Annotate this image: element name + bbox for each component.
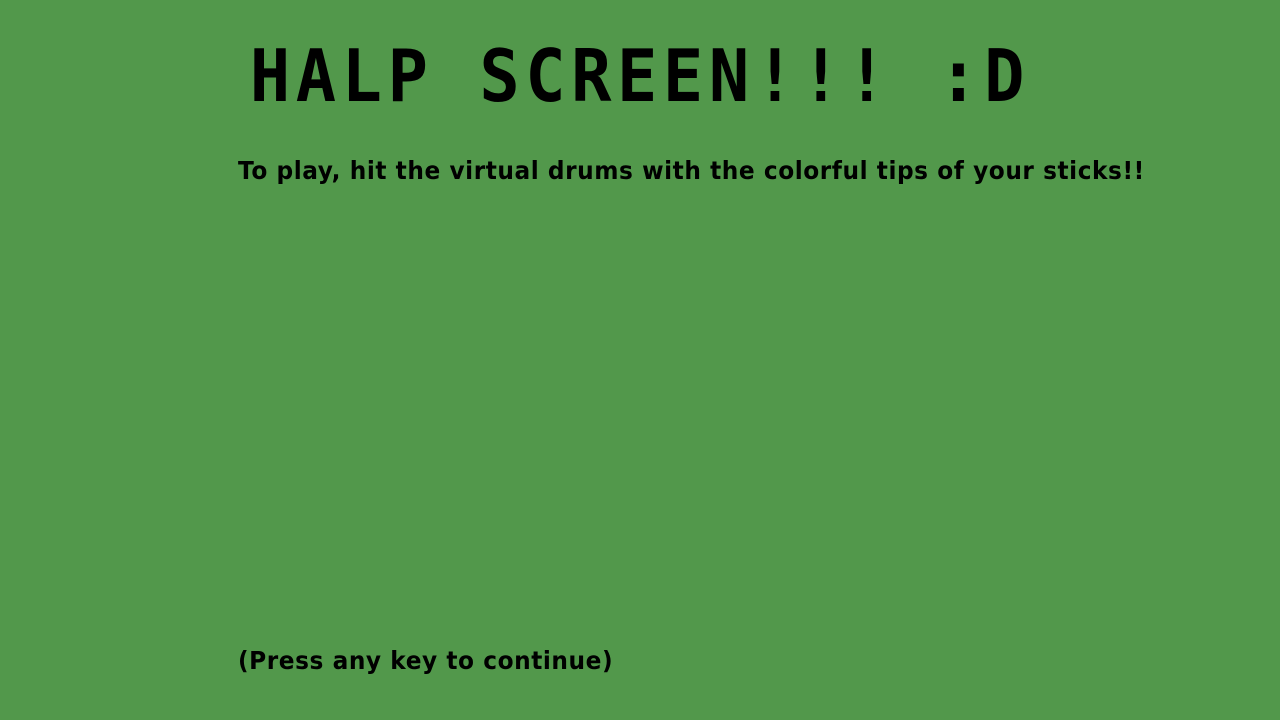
instructions-text: To play, hit the virtual drums with the … [238, 156, 1145, 185]
continue-prompt: (Press any key to continue) [238, 646, 614, 675]
page-title: HALP SCREEN!!! :D [249, 34, 1031, 118]
